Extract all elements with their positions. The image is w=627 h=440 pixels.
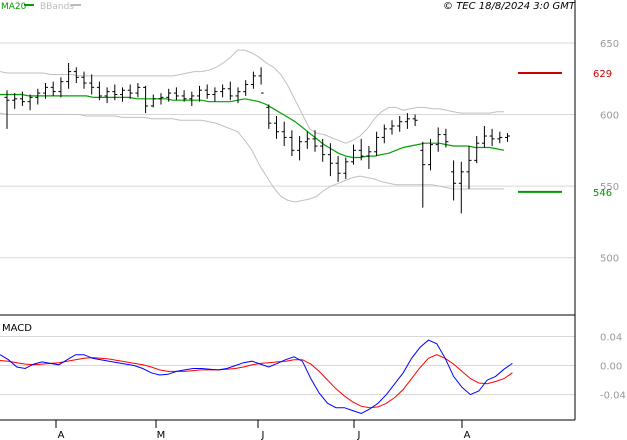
legend-ma20: MA20 — [1, 2, 27, 12]
macd-y-axis: 0.04 0.00 -0.04 — [600, 333, 626, 402]
price-tick-label: 650 — [600, 39, 619, 50]
legend-bbands-swatch — [71, 4, 81, 6]
macd-tick-label: -0.04 — [600, 391, 626, 402]
macd-tick-label: 0.00 — [600, 362, 622, 373]
x-tick-label: A — [464, 430, 471, 440]
level-label: 629 — [593, 69, 612, 80]
x-tick-label: M — [157, 430, 166, 440]
chart-canvas: MA20 BBands © TEC 18/8/2024 3:0 GMT 650 6… — [0, 0, 627, 440]
macd-title: MACD — [2, 323, 32, 334]
price-tick-label: 600 — [600, 111, 619, 122]
legend-ma20-swatch — [24, 4, 34, 6]
legend-bbands: BBands — [40, 2, 74, 12]
x-tick-label: J — [357, 430, 361, 440]
macd-tick-label: 0.04 — [600, 333, 622, 344]
copyright-label: © TEC 18/8/2024 3:0 GMT — [443, 1, 576, 12]
level-label: 546 — [593, 188, 612, 199]
x-tick-label: J — [261, 430, 265, 440]
price-tick-label: 500 — [600, 254, 619, 265]
chart-background — [0, 0, 627, 440]
x-tick-label: A — [58, 430, 65, 440]
